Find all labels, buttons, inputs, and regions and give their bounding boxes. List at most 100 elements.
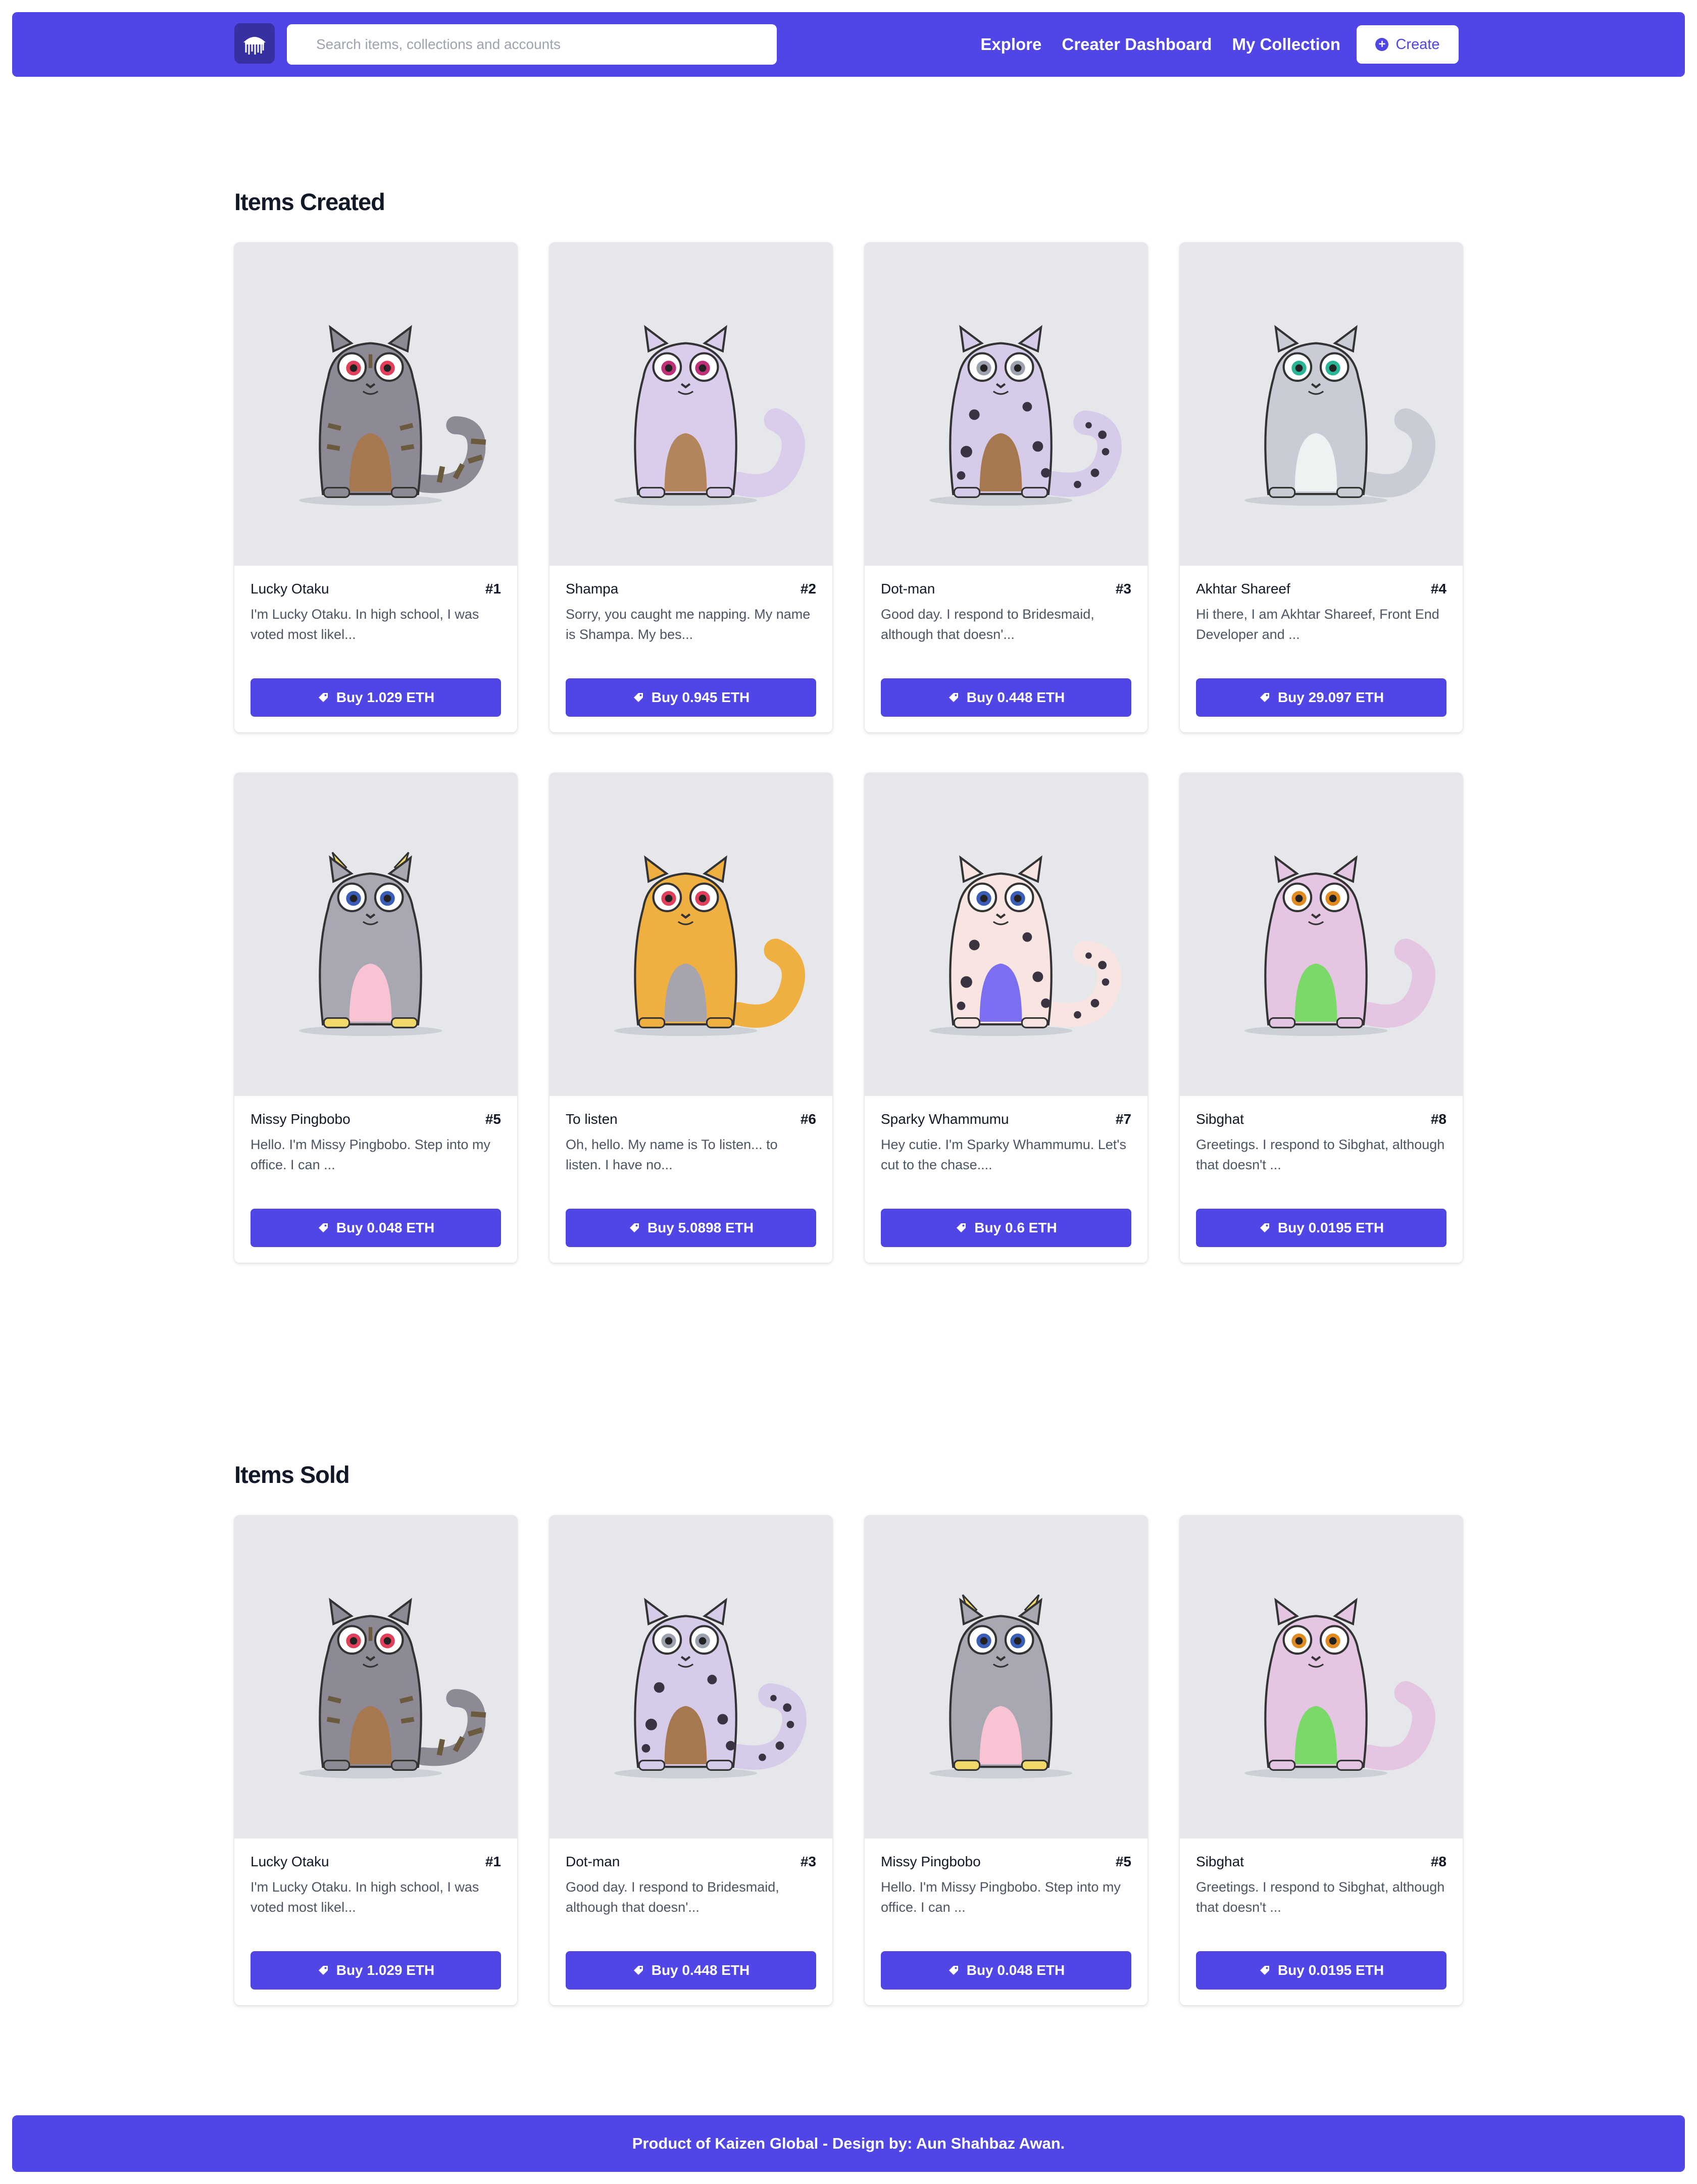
buy-button[interactable]: Buy 0.448 ETH	[566, 1951, 816, 1990]
nft-card-body: To listen #6 Oh, hello. My name is To li…	[550, 1096, 832, 1247]
nft-description: I'm Lucky Otaku. In high school, I was v…	[251, 1879, 479, 1915]
nft-name: Akhtar Shareef	[1196, 581, 1290, 597]
buy-button[interactable]: Buy 0.6 ETH	[881, 1209, 1131, 1247]
nft-card-lucky-otaku[interactable]: Lucky Otaku #1 I'm Lucky Otaku. In high …	[234, 1515, 517, 2005]
nft-description: Hey cutie. I'm Sparky Whammumu. Let's cu…	[881, 1137, 1126, 1172]
nft-number: #2	[800, 581, 816, 597]
buy-button-label: Buy 1.029 ETH	[336, 1962, 435, 1978]
nft-cat-image[interactable]	[1180, 1515, 1463, 1839]
buy-button-label: Buy 0.048 ETH	[966, 1962, 1065, 1978]
nft-card-header: Lucky Otaku #1	[251, 1854, 501, 1870]
nft-description: Sorry, you caught me napping. My name is…	[566, 607, 811, 642]
nft-name: Shampa	[566, 581, 619, 597]
buy-button-label: Buy 0.6 ETH	[974, 1220, 1057, 1235]
nft-cat-image[interactable]	[865, 773, 1147, 1096]
nft-cat-image[interactable]	[550, 242, 832, 566]
buy-button-label: Buy 0.448 ETH	[966, 689, 1065, 705]
nft-number: #8	[1430, 1111, 1446, 1127]
search-input[interactable]	[315, 36, 777, 53]
tag-icon	[633, 693, 643, 702]
nft-name: Missy Pingbobo	[881, 1854, 981, 1869]
nft-card-akhtar-shareef[interactable]: Akhtar Shareef #4 Hi there, I am Akhtar …	[1180, 242, 1463, 732]
nft-card-dot-man[interactable]: Dot-man #3 Good day. I respond to Brides…	[865, 242, 1147, 732]
plus-circle-icon: +	[1375, 38, 1389, 51]
buy-button-label: Buy 0.448 ETH	[651, 1962, 750, 1978]
nft-card-header: Dot-man #3	[881, 581, 1131, 597]
nft-number: #6	[800, 1111, 816, 1127]
buy-button-label: Buy 29.097 ETH	[1277, 689, 1384, 705]
nft-number: #3	[800, 1854, 816, 1869]
nft-card-missy-pingbobo[interactable]: Missy Pingbobo #5 Hello. I'm Missy Pingb…	[865, 1515, 1147, 2005]
items-sold-grid: Lucky Otaku #1 I'm Lucky Otaku. In high …	[234, 1515, 1463, 2005]
buy-button[interactable]: Buy 0.448 ETH	[881, 678, 1131, 717]
buy-button[interactable]: Buy 0.0195 ETH	[1196, 1951, 1446, 1990]
buy-button-label: Buy 0.0195 ETH	[1277, 1962, 1384, 1978]
nft-name: Lucky Otaku	[251, 1854, 329, 1869]
tag-icon	[629, 1223, 639, 1232]
nft-card-body: Dot-man #3 Good day. I respond to Brides…	[865, 566, 1147, 717]
nft-name: Sibghat	[1196, 1854, 1244, 1869]
nft-name: To listen	[566, 1111, 618, 1127]
nft-card-to-listen[interactable]: To listen #6 Oh, hello. My name is To li…	[550, 773, 832, 1263]
nft-card-sibghat[interactable]: Sibghat #8 Greetings. I respond to Sibgh…	[1180, 1515, 1463, 2005]
nft-card-body: Sparky Whammumu #7 Hey cutie. I'm Sparky…	[865, 1096, 1147, 1247]
nft-cat-image[interactable]	[234, 773, 517, 1096]
nft-card-dot-man[interactable]: Dot-man #3 Good day. I respond to Brides…	[550, 1515, 832, 2005]
nft-card-body: Shampa #2 Sorry, you caught me napping. …	[550, 566, 832, 717]
buy-button[interactable]: Buy 0.945 ETH	[566, 678, 816, 717]
jellyfish-logo-icon[interactable]	[234, 23, 275, 64]
buy-button[interactable]: Buy 1.029 ETH	[251, 1951, 501, 1990]
nft-cat-image[interactable]	[1180, 773, 1463, 1096]
nft-number: #3	[1115, 581, 1131, 597]
nft-card-header: Sibghat #8	[1196, 1111, 1446, 1127]
buy-button[interactable]: Buy 29.097 ETH	[1196, 678, 1446, 717]
nft-card-sparky-whammumu[interactable]: Sparky Whammumu #7 Hey cutie. I'm Sparky…	[865, 773, 1147, 1263]
nft-name: Dot-man	[881, 581, 935, 597]
tag-icon	[949, 1966, 958, 1975]
nft-card-lucky-otaku[interactable]: Lucky Otaku #1 I'm Lucky Otaku. In high …	[234, 242, 517, 732]
create-button[interactable]: + Create	[1357, 25, 1459, 64]
nft-card-header: To listen #6	[566, 1111, 816, 1127]
nft-card-header: Sparky Whammumu #7	[881, 1111, 1131, 1127]
nft-card-body: Sibghat #8 Greetings. I respond to Sibgh…	[1180, 1839, 1463, 1990]
nft-card-header: Akhtar Shareef #4	[1196, 581, 1446, 597]
buy-button[interactable]: Buy 0.048 ETH	[881, 1951, 1131, 1990]
nav-creator-dashboard-link[interactable]: Creater Dashboard	[1062, 35, 1212, 54]
nft-description: I'm Lucky Otaku. In high school, I was v…	[251, 607, 479, 642]
nft-name: Sibghat	[1196, 1111, 1244, 1127]
nft-card-sibghat[interactable]: Sibghat #8 Greetings. I respond to Sibgh…	[1180, 773, 1463, 1263]
nft-cat-image[interactable]	[550, 773, 832, 1096]
nft-card-body: Missy Pingbobo #5 Hello. I'm Missy Pingb…	[865, 1839, 1147, 1990]
nft-cat-image[interactable]	[865, 242, 1147, 566]
nft-description: Greetings. I respond to Sibghat, althoug…	[1196, 1137, 1445, 1172]
nft-cat-image[interactable]	[550, 1515, 832, 1839]
buy-button[interactable]: Buy 0.048 ETH	[251, 1209, 501, 1247]
nft-name: Missy Pingbobo	[251, 1111, 351, 1127]
buy-button[interactable]: Buy 0.0195 ETH	[1196, 1209, 1446, 1247]
nft-card-shampa[interactable]: Shampa #2 Sorry, you caught me napping. …	[550, 242, 832, 732]
nft-card-header: Missy Pingbobo #5	[881, 1854, 1131, 1870]
tag-icon	[1260, 1966, 1269, 1975]
tag-icon	[318, 1223, 328, 1232]
nav-explore-link[interactable]: Explore	[980, 35, 1041, 54]
buy-button[interactable]: Buy 1.029 ETH	[251, 678, 501, 717]
nft-card-missy-pingbobo[interactable]: Missy Pingbobo #5 Hello. I'm Missy Pingb…	[234, 773, 517, 1263]
nft-number: #1	[485, 1854, 501, 1869]
items-created-grid: Lucky Otaku #1 I'm Lucky Otaku. In high …	[234, 242, 1463, 1263]
nft-card-body: Sibghat #8 Greetings. I respond to Sibgh…	[1180, 1096, 1463, 1247]
nft-description: Hello. I'm Missy Pingbobo. Step into my …	[881, 1879, 1121, 1915]
nft-cat-image[interactable]	[1180, 242, 1463, 566]
nft-cat-image[interactable]	[234, 242, 517, 566]
footer-text: Product of Kaizen Global - Design by: Au…	[632, 2135, 1065, 2152]
nft-card-header: Shampa #2	[566, 581, 816, 597]
nft-card-header: Dot-man #3	[566, 1854, 816, 1870]
nft-cat-image[interactable]	[865, 1515, 1147, 1839]
buy-button[interactable]: Buy 5.0898 ETH	[566, 1209, 816, 1247]
top-navbar: Explore Creater Dashboard My Collection …	[12, 12, 1685, 77]
tag-icon	[1260, 1223, 1269, 1232]
buy-button-label: Buy 1.029 ETH	[336, 689, 435, 705]
nft-cat-image[interactable]	[234, 1515, 517, 1839]
nft-description: Greetings. I respond to Sibghat, althoug…	[1196, 1879, 1445, 1915]
nav-my-collection-link[interactable]: My Collection	[1232, 35, 1340, 54]
search-bar[interactable]	[287, 24, 777, 65]
